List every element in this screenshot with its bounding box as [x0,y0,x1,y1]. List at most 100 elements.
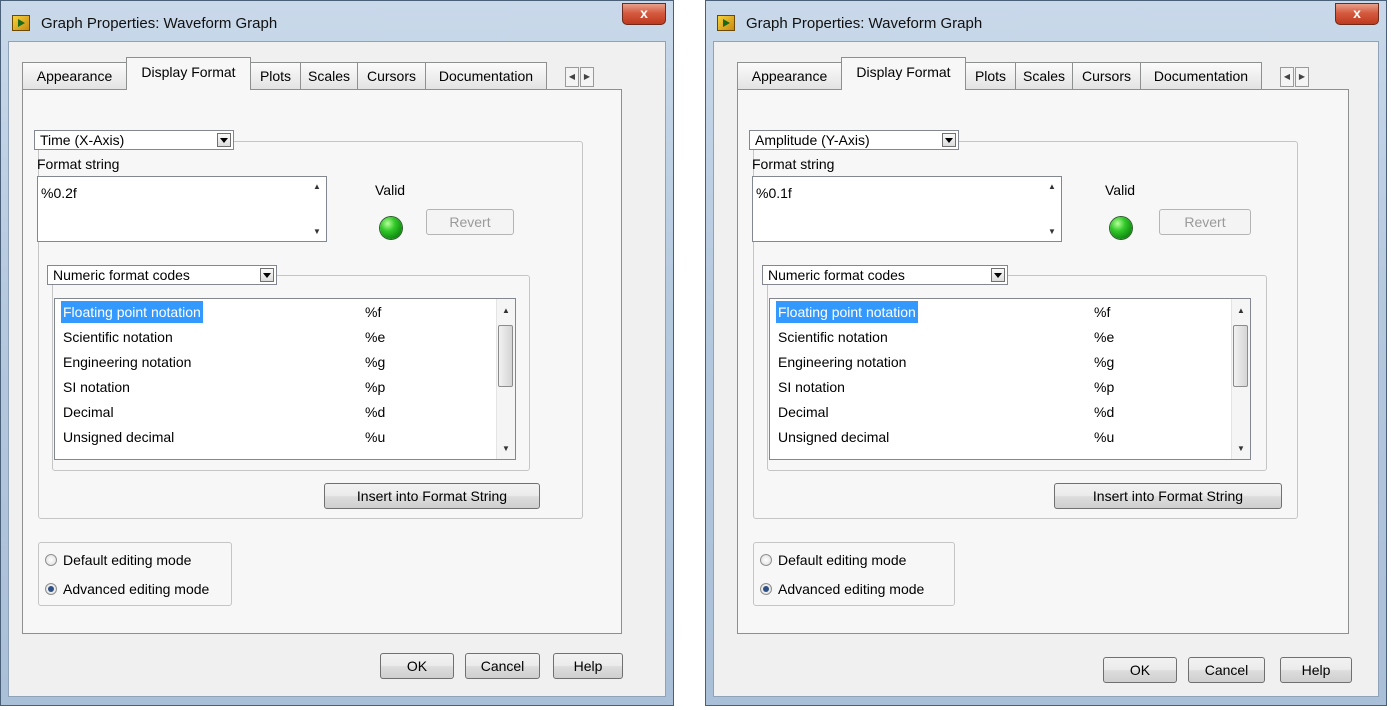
codes-select[interactable]: Numeric format codes [47,265,277,285]
valid-label: Valid [1105,182,1136,198]
scroll-down-icon[interactable]: ▼ [1237,444,1245,453]
radio-checked[interactable] [760,583,772,595]
ok-button[interactable]: OK [1103,657,1177,683]
list-item[interactable]: Scientific notation %e [774,326,1234,348]
codes-select[interactable]: Numeric format codes [762,265,1008,285]
scroll-down-icon[interactable]: ▼ [1048,227,1056,236]
editing-mode-group: Default editing mode Advanced editing mo… [38,542,232,606]
list-item[interactable]: Unsigned decimal %u [774,426,1234,448]
scroll-thumb[interactable] [498,325,513,387]
valid-label: Valid [375,182,406,198]
axis-select[interactable]: Time (X-Axis) [34,130,234,150]
chevron-down-icon[interactable] [942,133,956,147]
scroll-up-icon[interactable]: ▲ [502,306,510,315]
format-string-scrollbar[interactable]: ▲ ▼ [309,177,326,241]
display-format-panel: Amplitude (Y-Axis) Format string %0.1f ▲… [737,89,1349,634]
scroll-up-icon[interactable]: ▲ [1237,306,1245,315]
ok-button[interactable]: OK [380,653,454,679]
format-string-label: Format string [37,156,120,172]
tab-scroll-left-icon[interactable]: ◀ [565,67,579,87]
axis-select[interactable]: Amplitude (Y-Axis) [749,130,959,150]
close-button[interactable]: x [1335,3,1379,25]
cancel-button[interactable]: Cancel [1188,657,1265,683]
list-item[interactable]: Decimal %d [59,401,499,423]
tab-plots[interactable]: Plots [250,62,301,89]
valid-indicator-led [380,217,402,239]
codes-select-value: Numeric format codes [53,267,190,283]
axis-select-value: Time (X-Axis) [40,132,125,148]
dialog-title: Graph Properties: Waveform Graph [41,15,278,32]
insert-into-format-string-button[interactable]: Insert into Format String [324,483,540,509]
codes-groupbox: Numeric format codes Floating point nota… [47,265,530,471]
dialog-client-area: Appearance Display Format Plots Scales C… [8,41,666,697]
codes-list-scrollbar[interactable]: ▲ ▼ [496,299,515,459]
list-item[interactable]: Floating point notation %f [774,301,1234,323]
tab-cursors[interactable]: Cursors [1072,62,1141,89]
format-string-value: %0.2f [41,185,77,201]
list-item[interactable]: Scientific notation %e [59,326,499,348]
scroll-up-icon[interactable]: ▲ [313,182,321,191]
tab-scales[interactable]: Scales [300,62,358,89]
tab-documentation[interactable]: Documentation [425,62,547,89]
tab-appearance[interactable]: Appearance [22,62,127,89]
labview-app-icon [12,15,30,31]
tab-cursors[interactable]: Cursors [357,62,426,89]
help-button[interactable]: Help [553,653,623,679]
tab-appearance[interactable]: Appearance [737,62,842,89]
display-format-panel: Time (X-Axis) Format string %0.2f ▲ ▼ Va… [22,89,622,634]
cancel-button[interactable]: Cancel [465,653,540,679]
chevron-down-icon[interactable] [991,268,1005,282]
format-groupbox: Time (X-Axis) Format string %0.2f ▲ ▼ Va… [34,130,583,519]
insert-into-format-string-button[interactable]: Insert into Format String [1054,483,1282,509]
format-codes-list[interactable]: Floating point notation %f Scientific no… [54,298,516,460]
format-codes-list[interactable]: Floating point notation %f Scientific no… [769,298,1251,460]
radio-unchecked[interactable] [760,554,772,566]
tab-scroll-right-icon[interactable]: ▶ [1295,67,1309,87]
tab-plots[interactable]: Plots [965,62,1016,89]
format-string-input[interactable]: %0.1f ▲ ▼ [752,176,1062,242]
tab-documentation[interactable]: Documentation [1140,62,1262,89]
dialog-client-area: Appearance Display Format Plots Scales C… [713,41,1379,697]
radio-checked[interactable] [45,583,57,595]
codes-groupbox: Numeric format codes Floating point nota… [762,265,1267,471]
title-bar[interactable]: Graph Properties: Waveform Graph x [706,1,1386,41]
close-button[interactable]: x [622,3,666,25]
list-item[interactable]: Floating point notation %f [59,301,499,323]
revert-button[interactable]: Revert [1159,209,1251,235]
axis-select-value: Amplitude (Y-Axis) [755,132,870,148]
list-item[interactable]: SI notation %p [59,376,499,398]
format-groupbox: Amplitude (Y-Axis) Format string %0.1f ▲… [749,130,1298,519]
scroll-down-icon[interactable]: ▼ [502,444,510,453]
format-string-scrollbar[interactable]: ▲ ▼ [1044,177,1061,241]
title-bar[interactable]: Graph Properties: Waveform Graph x [1,1,673,41]
revert-button[interactable]: Revert [426,209,514,235]
radio-unchecked[interactable] [45,554,57,566]
graph-properties-dialog-left: Graph Properties: Waveform Graph x Appea… [0,0,674,706]
tab-scroll-right-icon[interactable]: ▶ [580,67,594,87]
help-button[interactable]: Help [1280,657,1352,683]
labview-app-icon [717,15,735,31]
tab-scales[interactable]: Scales [1015,62,1073,89]
format-string-label: Format string [752,156,835,172]
codes-list-scrollbar[interactable]: ▲ ▼ [1231,299,1250,459]
list-item[interactable]: Engineering notation %g [59,351,499,373]
scroll-up-icon[interactable]: ▲ [1048,182,1056,191]
list-item[interactable]: Decimal %d [774,401,1234,423]
format-string-value: %0.1f [756,185,792,201]
dialog-title: Graph Properties: Waveform Graph [746,15,983,32]
format-string-input[interactable]: %0.2f ▲ ▼ [37,176,327,242]
tab-scroll-left-icon[interactable]: ◀ [1280,67,1294,87]
chevron-down-icon[interactable] [260,268,274,282]
scroll-thumb[interactable] [1233,325,1248,387]
list-item[interactable]: Engineering notation %g [774,351,1234,373]
codes-select-value: Numeric format codes [768,267,905,283]
list-item[interactable]: Unsigned decimal %u [59,426,499,448]
valid-indicator-led [1110,217,1132,239]
tab-display-format[interactable]: Display Format [841,57,966,90]
chevron-down-icon[interactable] [217,133,231,147]
list-item[interactable]: SI notation %p [774,376,1234,398]
tab-display-format[interactable]: Display Format [126,57,251,90]
editing-mode-group: Default editing mode Advanced editing mo… [753,542,955,606]
graph-properties-dialog-right: Graph Properties: Waveform Graph x Appea… [705,0,1387,706]
scroll-down-icon[interactable]: ▼ [313,227,321,236]
